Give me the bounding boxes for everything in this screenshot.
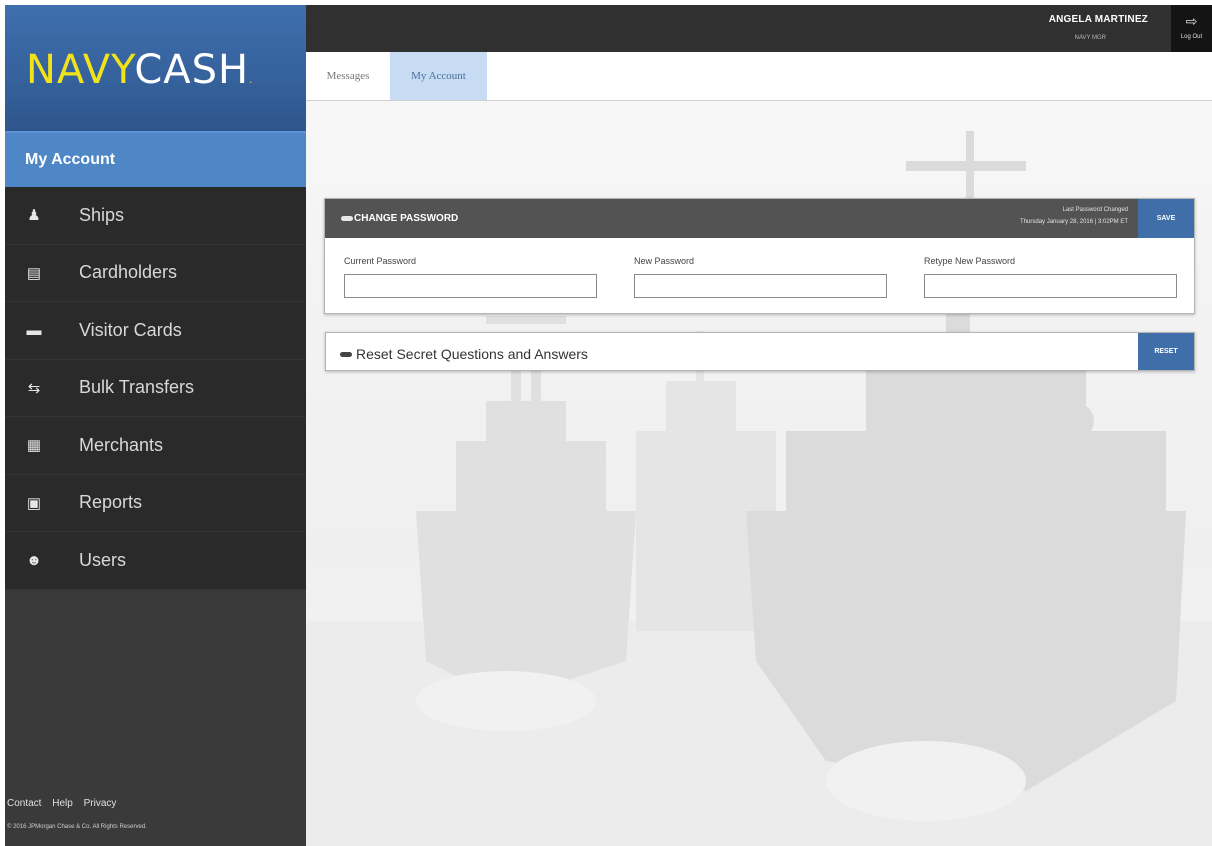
sidebar: NAVYCASH. My Account ♟ Ships ▤ Cardholde… [5, 5, 306, 846]
last-changed-value: Thursday January 28, 2016 | 3:02PM ET [1020, 219, 1128, 225]
footer-link-help[interactable]: Help [52, 798, 73, 809]
sidebar-item-label: Reports [79, 492, 143, 513]
footer-link-contact[interactable]: Contact [7, 798, 41, 809]
report-icon: ▣ [26, 494, 42, 512]
sidebar-item-users[interactable]: ☻ Users [5, 532, 306, 590]
change-password-header: CHANGE PASSWORD Last Password Changed Th… [325, 199, 1194, 238]
sidebar-item-label: Users [79, 549, 127, 570]
sidebar-item-my-account[interactable]: My Account [5, 131, 306, 187]
sidebar-footer: Contact Help Privacy © 2016 JPMorgan Cha… [5, 796, 306, 846]
top-bar: ANGELA MARTINEZ NAVY MGR ⇨ Log Out [306, 5, 1212, 52]
retype-password-input[interactable] [924, 274, 1177, 298]
reset-button[interactable]: RESET [1138, 333, 1194, 370]
reset-questions-title[interactable]: Reset Secret Questions and Answers [340, 346, 588, 362]
logo-navy-text: NAVY [26, 47, 135, 93]
current-password-label: Current Password [344, 256, 417, 266]
change-password-panel: CHANGE PASSWORD Last Password Changed Th… [324, 198, 1195, 314]
logo-cash-text: CASH [134, 47, 250, 93]
new-password-label: New Password [634, 256, 695, 266]
key-icon [340, 351, 352, 357]
visitor-card-icon: ▬ [26, 321, 42, 339]
tab-bar: Messages My Account [306, 52, 1212, 101]
sidebar-item-ships[interactable]: ♟ Ships [5, 187, 306, 245]
logout-label: Log Out [1180, 34, 1203, 40]
sidebar-item-label: Ships [79, 204, 125, 225]
tab-messages[interactable]: Messages [306, 52, 390, 100]
sidebar-item-label: Visitor Cards [79, 319, 182, 340]
navycash-logo[interactable]: NAVYCASH. [26, 46, 253, 105]
logout-icon: ⇨ [1185, 13, 1198, 29]
footer-link-privacy[interactable]: Privacy [84, 798, 117, 809]
new-password-group: New Password [634, 256, 887, 298]
change-password-title: CHANGE PASSWORD [341, 213, 458, 224]
current-password-group: Current Password [344, 256, 597, 298]
last-password-changed: Last Password Changed Thursday January 2… [1020, 204, 1128, 228]
logout-button[interactable]: ⇨ Log Out [1171, 5, 1212, 52]
footer-links: Contact Help Privacy [7, 798, 124, 809]
current-password-input[interactable] [344, 274, 597, 298]
bulk-transfer-icon: ⇆ [27, 379, 41, 397]
copyright-text: © 2016 JPMorgan Chase & Co. All Rights R… [7, 824, 147, 830]
password-fields: Current Password New Password Retype New… [325, 238, 1194, 314]
cardholders-icon: ▤ [26, 264, 42, 282]
tab-my-account[interactable]: My Account [390, 52, 487, 100]
sidebar-item-reports[interactable]: ▣ Reports [5, 475, 306, 532]
user-role: NAVY MGR [1074, 35, 1106, 41]
sidebar-item-label: Bulk Transfers [79, 377, 195, 398]
retype-password-group: Retype New Password [924, 256, 1177, 298]
reset-questions-panel: Reset Secret Questions and Answers RESET [325, 332, 1195, 371]
key-icon [341, 216, 353, 221]
save-button[interactable]: SAVE [1138, 199, 1194, 238]
new-password-input[interactable] [634, 274, 887, 298]
logo-area: NAVYCASH. [5, 5, 306, 131]
sidebar-nav: ♟ Ships ▤ Cardholders ▬ Visitor Cards ⇆ … [5, 187, 306, 590]
users-icon: ☻ [26, 551, 42, 569]
user-name: ANGELA MARTINEZ [1048, 14, 1148, 25]
sidebar-item-bulk-transfers[interactable]: ⇆ Bulk Transfers [5, 360, 306, 417]
sidebar-item-cardholders[interactable]: ▤ Cardholders [5, 245, 306, 302]
retype-password-label: Retype New Password [924, 256, 1016, 266]
sidebar-item-merchants[interactable]: ▦ Merchants [5, 417, 306, 475]
sidebar-item-label: Merchants [79, 434, 164, 455]
merchant-icon: ▦ [26, 437, 42, 455]
change-password-title-text: CHANGE PASSWORD [354, 213, 459, 224]
sidebar-item-label: Cardholders [79, 262, 178, 283]
reset-questions-title-text: Reset Secret Questions and Answers [356, 346, 588, 362]
sidebar-item-visitor-cards[interactable]: ▬ Visitor Cards [5, 302, 306, 360]
sidebar-item-label: My Account [25, 151, 116, 168]
ship-icon: ♟ [27, 207, 41, 225]
last-changed-label: Last Password Changed [1062, 207, 1128, 213]
logo-dot: . [249, 75, 254, 86]
